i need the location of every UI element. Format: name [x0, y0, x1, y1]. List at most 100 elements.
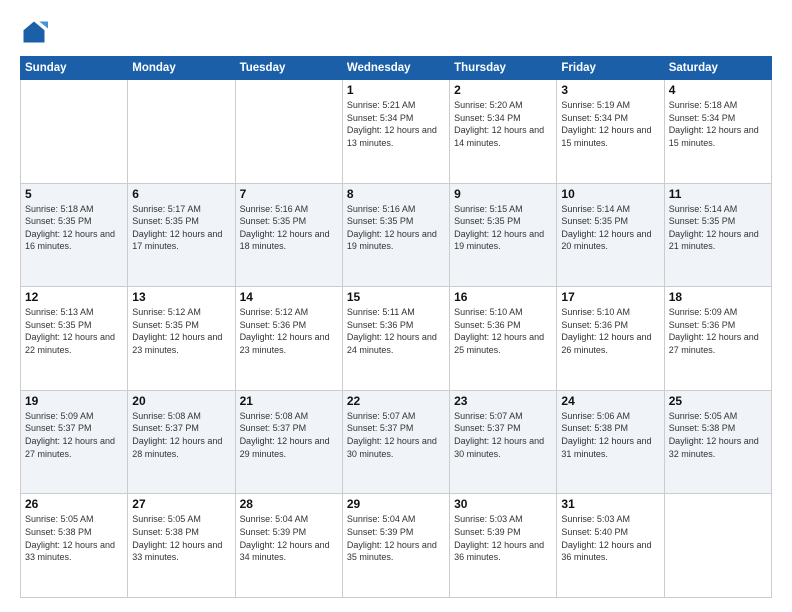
calendar-cell: 1 Sunrise: 5:21 AM Sunset: 5:34 PM Daylig… — [342, 80, 449, 184]
weekday-header-sunday: Sunday — [21, 57, 128, 80]
day-info: Sunrise: 5:03 AM Sunset: 5:40 PM Dayligh… — [561, 513, 659, 563]
calendar-cell: 11Sunrise: 5:14 AM Sunset: 5:35 PM Dayli… — [664, 183, 771, 287]
day-info: Sunrise: 5:04 AM Sunset: 5:39 PM Dayligh… — [347, 513, 445, 563]
calendar-cell: 29 Sunrise: 5:04 AM Sunset: 5:39 PM Dayli… — [342, 494, 449, 598]
weekday-header-row: SundayMondayTuesdayWednesdayThursdayFrid… — [21, 57, 772, 80]
day-info: Sunrise: 5:08 AM Sunset: 5:37 PM Dayligh… — [240, 410, 338, 460]
calendar-cell: 23Sunrise: 5:07 AM Sunset: 5:37 PM Dayli… — [450, 390, 557, 494]
calendar-cell: 10 Sunrise: 5:14 AM Sunset: 5:35 PM Dayli… — [557, 183, 664, 287]
week-row-2: 5 Sunrise: 5:18 AM Sunset: 5:35 PM Daylig… — [21, 183, 772, 287]
weekday-header-thursday: Thursday — [450, 57, 557, 80]
day-info: Sunrise: 5:12 AM Sunset: 5:36 PM Dayligh… — [240, 306, 338, 356]
weekday-header-tuesday: Tuesday — [235, 57, 342, 80]
day-number: 11 — [669, 187, 767, 201]
weekday-header-friday: Friday — [557, 57, 664, 80]
day-info: Sunrise: 5:11 AM Sunset: 5:36 PM Dayligh… — [347, 306, 445, 356]
day-info: Sunrise: 5:12 AM Sunset: 5:35 PM Dayligh… — [132, 306, 230, 356]
calendar-cell: 25 Sunrise: 5:05 AM Sunset: 5:38 PM Dayli… — [664, 390, 771, 494]
day-number: 24 — [561, 394, 659, 408]
day-number: 29 — [347, 497, 445, 511]
day-number: 22 — [347, 394, 445, 408]
calendar-cell: 16 Sunrise: 5:10 AM Sunset: 5:36 PM Dayli… — [450, 287, 557, 391]
day-info: Sunrise: 5:05 AM Sunset: 5:38 PM Dayligh… — [25, 513, 123, 563]
week-row-3: 12Sunrise: 5:13 AM Sunset: 5:35 PM Dayli… — [21, 287, 772, 391]
day-info: Sunrise: 5:10 AM Sunset: 5:36 PM Dayligh… — [454, 306, 552, 356]
calendar-cell — [128, 80, 235, 184]
day-info: Sunrise: 5:07 AM Sunset: 5:37 PM Dayligh… — [347, 410, 445, 460]
day-info: Sunrise: 5:13 AM Sunset: 5:35 PM Dayligh… — [25, 306, 123, 356]
day-number: 19 — [25, 394, 123, 408]
day-number: 2 — [454, 83, 552, 97]
day-number: 25 — [669, 394, 767, 408]
day-info: Sunrise: 5:16 AM Sunset: 5:35 PM Dayligh… — [347, 203, 445, 253]
calendar-cell: 19 Sunrise: 5:09 AM Sunset: 5:37 PM Dayli… — [21, 390, 128, 494]
calendar-cell: 12Sunrise: 5:13 AM Sunset: 5:35 PM Dayli… — [21, 287, 128, 391]
day-number: 1 — [347, 83, 445, 97]
day-number: 13 — [132, 290, 230, 304]
day-number: 6 — [132, 187, 230, 201]
calendar-cell: 17 Sunrise: 5:10 AM Sunset: 5:36 PM Dayli… — [557, 287, 664, 391]
day-info: Sunrise: 5:09 AM Sunset: 5:36 PM Dayligh… — [669, 306, 767, 356]
day-number: 3 — [561, 83, 659, 97]
day-info: Sunrise: 5:20 AM Sunset: 5:34 PM Dayligh… — [454, 99, 552, 149]
calendar-cell: 3Sunrise: 5:19 AM Sunset: 5:34 PM Daylig… — [557, 80, 664, 184]
calendar-cell: 22 Sunrise: 5:07 AM Sunset: 5:37 PM Dayli… — [342, 390, 449, 494]
calendar-cell: 5 Sunrise: 5:18 AM Sunset: 5:35 PM Daylig… — [21, 183, 128, 287]
day-number: 15 — [347, 290, 445, 304]
calendar-cell — [664, 494, 771, 598]
calendar-cell: 20Sunrise: 5:08 AM Sunset: 5:37 PM Dayli… — [128, 390, 235, 494]
calendar-cell: 4Sunrise: 5:18 AM Sunset: 5:34 PM Daylig… — [664, 80, 771, 184]
day-number: 7 — [240, 187, 338, 201]
day-number: 16 — [454, 290, 552, 304]
day-number: 28 — [240, 497, 338, 511]
day-number: 30 — [454, 497, 552, 511]
weekday-header-monday: Monday — [128, 57, 235, 80]
calendar-cell: 9 Sunrise: 5:15 AM Sunset: 5:35 PM Daylig… — [450, 183, 557, 287]
calendar-cell: 6Sunrise: 5:17 AM Sunset: 5:35 PM Daylig… — [128, 183, 235, 287]
page: SundayMondayTuesdayWednesdayThursdayFrid… — [0, 0, 792, 612]
day-number: 9 — [454, 187, 552, 201]
calendar-cell — [21, 80, 128, 184]
weekday-header-saturday: Saturday — [664, 57, 771, 80]
logo — [20, 18, 52, 46]
calendar-cell: 24Sunrise: 5:06 AM Sunset: 5:38 PM Dayli… — [557, 390, 664, 494]
week-row-4: 19 Sunrise: 5:09 AM Sunset: 5:37 PM Dayli… — [21, 390, 772, 494]
calendar-cell: 28 Sunrise: 5:04 AM Sunset: 5:39 PM Dayli… — [235, 494, 342, 598]
day-info: Sunrise: 5:09 AM Sunset: 5:37 PM Dayligh… — [25, 410, 123, 460]
calendar-cell: 27 Sunrise: 5:05 AM Sunset: 5:38 PM Dayli… — [128, 494, 235, 598]
calendar-cell: 31 Sunrise: 5:03 AM Sunset: 5:40 PM Dayli… — [557, 494, 664, 598]
day-info: Sunrise: 5:15 AM Sunset: 5:35 PM Dayligh… — [454, 203, 552, 253]
day-number: 14 — [240, 290, 338, 304]
day-info: Sunrise: 5:10 AM Sunset: 5:36 PM Dayligh… — [561, 306, 659, 356]
calendar-cell: 21 Sunrise: 5:08 AM Sunset: 5:37 PM Dayli… — [235, 390, 342, 494]
day-info: Sunrise: 5:05 AM Sunset: 5:38 PM Dayligh… — [669, 410, 767, 460]
calendar-cell — [235, 80, 342, 184]
day-info: Sunrise: 5:21 AM Sunset: 5:34 PM Dayligh… — [347, 99, 445, 149]
day-info: Sunrise: 5:14 AM Sunset: 5:35 PM Dayligh… — [561, 203, 659, 253]
calendar-cell: 26Sunrise: 5:05 AM Sunset: 5:38 PM Dayli… — [21, 494, 128, 598]
calendar-cell: 14 Sunrise: 5:12 AM Sunset: 5:36 PM Dayli… — [235, 287, 342, 391]
header — [20, 18, 772, 46]
day-number: 8 — [347, 187, 445, 201]
day-number: 17 — [561, 290, 659, 304]
day-number: 18 — [669, 290, 767, 304]
logo-icon — [20, 18, 48, 46]
day-number: 23 — [454, 394, 552, 408]
calendar-cell: 18 Sunrise: 5:09 AM Sunset: 5:36 PM Dayli… — [664, 287, 771, 391]
calendar-cell: 2 Sunrise: 5:20 AM Sunset: 5:34 PM Daylig… — [450, 80, 557, 184]
day-info: Sunrise: 5:03 AM Sunset: 5:39 PM Dayligh… — [454, 513, 552, 563]
day-info: Sunrise: 5:04 AM Sunset: 5:39 PM Dayligh… — [240, 513, 338, 563]
day-number: 27 — [132, 497, 230, 511]
week-row-1: 1 Sunrise: 5:21 AM Sunset: 5:34 PM Daylig… — [21, 80, 772, 184]
day-number: 4 — [669, 83, 767, 97]
day-info: Sunrise: 5:16 AM Sunset: 5:35 PM Dayligh… — [240, 203, 338, 253]
day-number: 5 — [25, 187, 123, 201]
day-number: 21 — [240, 394, 338, 408]
day-number: 31 — [561, 497, 659, 511]
calendar-cell: 7 Sunrise: 5:16 AM Sunset: 5:35 PM Daylig… — [235, 183, 342, 287]
week-row-5: 26Sunrise: 5:05 AM Sunset: 5:38 PM Dayli… — [21, 494, 772, 598]
calendar-cell: 8 Sunrise: 5:16 AM Sunset: 5:35 PM Daylig… — [342, 183, 449, 287]
day-info: Sunrise: 5:05 AM Sunset: 5:38 PM Dayligh… — [132, 513, 230, 563]
day-info: Sunrise: 5:18 AM Sunset: 5:35 PM Dayligh… — [25, 203, 123, 253]
day-number: 10 — [561, 187, 659, 201]
